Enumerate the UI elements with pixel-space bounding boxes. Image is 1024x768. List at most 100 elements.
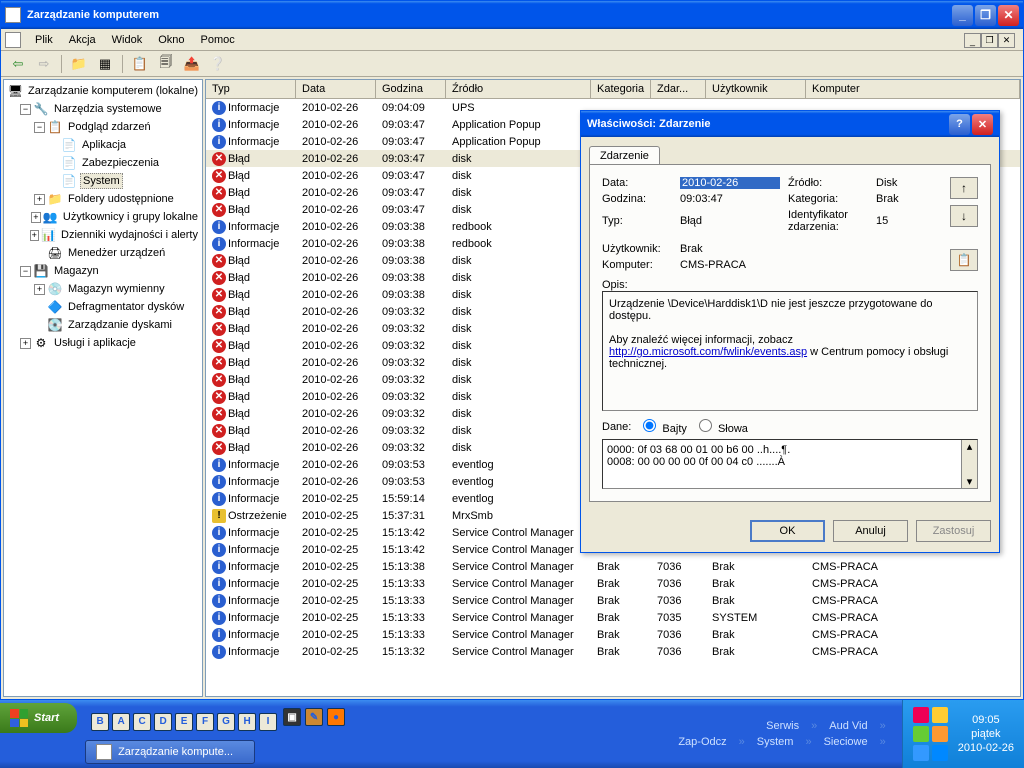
ql-letter-I[interactable]: I [259,713,277,731]
radio-words[interactable]: Słowa [699,419,748,435]
tree-expand-icon[interactable]: + [31,212,41,223]
menu-action[interactable]: Akcja [61,32,104,48]
tree-node[interactable]: +📁Foldery udostępnione [6,190,200,208]
properties-button[interactable]: 📋 [129,53,151,75]
back-button[interactable]: ⇦ [7,53,29,75]
start-button[interactable]: Start [0,703,77,733]
tree-node[interactable]: −🔧Narzędzia systemowe [6,100,200,118]
ql-icon-1[interactable]: ▣ [283,708,301,726]
hex-scrollbar[interactable]: ▴▾ [961,440,977,488]
apply-button[interactable]: Zastosuj [916,520,991,542]
col-type[interactable]: Typ [206,80,296,98]
up-button[interactable]: 📁 [68,53,90,75]
tree-node[interactable]: +👥Użytkownicy i grupy lokalne [6,208,200,226]
event-row[interactable]: iInformacje2010-02-2515:13:33Service Con… [206,626,1020,643]
col-time[interactable]: Godzina [376,80,446,98]
col-source[interactable]: Źródło [446,80,591,98]
titlebar[interactable]: 🖥 Zarządzanie komputerem _ ❐ ✕ [1,1,1023,29]
mdi-restore-button[interactable]: ❐ [981,33,998,48]
tree-expand-icon[interactable]: + [34,284,45,295]
tab-event[interactable]: Zdarzenie [589,146,660,165]
mdi-close-button[interactable]: ✕ [998,33,1015,48]
mdi-doc-icon[interactable] [5,32,21,48]
tree-pane[interactable]: 🖥Zarządzanie komputerem (lokalne)−🔧Narzę… [3,79,203,697]
event-row[interactable]: iInformacje2010-02-2515:13:38Service Con… [206,558,1020,575]
tray-icon-1[interactable] [913,707,929,723]
prev-event-button[interactable]: ↑ [950,177,978,199]
export-button[interactable]: 📤 [181,53,203,75]
dialog-titlebar[interactable]: Właściwości: Zdarzenie ? ✕ [581,111,999,137]
tree-node[interactable]: +💿Magazyn wymienny [6,280,200,298]
ql-letter-G[interactable]: G [217,713,235,731]
taskbar-link[interactable]: Zap-Odcz [678,736,726,748]
ql-letter-E[interactable]: E [175,713,193,731]
event-row[interactable]: iInformacje2010-02-2515:13:33Service Con… [206,575,1020,592]
dialog-help-button[interactable]: ? [949,114,970,135]
ok-button[interactable]: OK [750,520,825,542]
cancel-button[interactable]: Anuluj [833,520,908,542]
tree-expand-icon[interactable]: + [20,338,31,349]
tray-icon-5[interactable] [913,745,929,761]
menu-view[interactable]: Widok [104,32,151,48]
ql-icon-3[interactable]: ● [327,708,345,726]
tray-icon-6[interactable] [932,745,948,761]
tree-node[interactable]: +⚙Usługi i aplikacje [6,334,200,352]
radio-bytes[interactable]: Bajty [643,419,687,435]
tree-node[interactable]: +📊Dzienniki wydajności i alerty [6,226,200,244]
ql-icon-2[interactable]: ✎ [305,708,323,726]
ql-letter-F[interactable]: F [196,713,214,731]
ql-letter-D[interactable]: D [154,713,172,731]
tree-node[interactable]: −💾Magazyn [6,262,200,280]
refresh-button[interactable]: 🗐 [155,53,177,75]
tree-node[interactable]: 💽Zarządzanie dyskami [6,316,200,334]
event-row[interactable]: iInformacje2010-02-2515:13:33Service Con… [206,609,1020,626]
col-user[interactable]: Użytkownik [706,80,806,98]
ql-letter-C[interactable]: C [133,713,151,731]
ql-letter-A[interactable]: A [112,713,130,731]
taskbar-link[interactable]: Sieciowe [824,736,868,748]
event-row[interactable]: iInformacje2010-02-2515:13:33Service Con… [206,592,1020,609]
tree-node[interactable]: −📋Podgląd zdarzeń [6,118,200,136]
mdi-minimize-button[interactable]: _ [964,33,981,48]
help-button[interactable]: ❔ [207,53,229,75]
tray-icon-4[interactable] [932,726,948,742]
taskbar-link[interactable]: System [757,736,794,748]
show-hide-button[interactable]: ▦ [94,53,116,75]
dialog-close-button[interactable]: ✕ [972,114,993,135]
close-button[interactable]: ✕ [998,5,1019,26]
col-category[interactable]: Kategoria [591,80,651,98]
tray-icon-3[interactable] [913,726,929,742]
tree-expand-icon[interactable]: − [20,104,31,115]
menu-file[interactable]: Plik [27,32,61,48]
tree-node[interactable]: 🖨Menedżer urządzeń [6,244,200,262]
tree-node[interactable]: 📄Zabezpieczenia [6,154,200,172]
clock-time[interactable]: 09:05 [972,714,1000,726]
col-date[interactable]: Data [296,80,376,98]
col-event[interactable]: Zdar... [651,80,706,98]
tree-node[interactable]: 🔷Defragmentator dysków [6,298,200,316]
menu-help[interactable]: Pomoc [193,32,243,48]
ql-letter-H[interactable]: H [238,713,256,731]
menu-window[interactable]: Okno [150,32,192,48]
tree-expand-icon[interactable]: − [20,266,31,277]
taskbar-link[interactable]: Serwis [766,720,799,732]
col-computer[interactable]: Komputer [806,80,1020,98]
taskbar-task[interactable]: Zarządzanie kompute... [85,740,255,764]
tree-expand-icon[interactable]: + [30,230,40,241]
tree-expand-icon[interactable]: − [34,122,45,133]
tree-node[interactable]: 📄Aplikacja [6,136,200,154]
forward-button[interactable]: ⇨ [33,53,55,75]
tree-node[interactable]: 📄System [6,172,200,190]
description-box[interactable]: Urządzenie \Device\Harddisk1\D nie jest … [602,291,978,411]
tree-expand-icon[interactable]: + [34,194,45,205]
minimize-button[interactable]: _ [952,5,973,26]
description-link[interactable]: http://go.microsoft.com/fwlink/events.as… [609,346,807,358]
tree-node[interactable]: 🖥Zarządzanie komputerem (lokalne) [6,82,200,100]
hex-data-box[interactable]: 0000: 0f 03 68 00 01 00 b6 00 ..h....¶. … [602,439,978,489]
copy-button[interactable]: 📋 [950,249,978,271]
event-row[interactable]: iInformacje2010-02-2515:13:32Service Con… [206,643,1020,660]
ql-letter-B[interactable]: B [91,713,109,731]
next-event-button[interactable]: ↓ [950,205,978,227]
taskbar-link[interactable]: Aud Vid [829,720,867,732]
tray-icon-2[interactable] [932,707,948,723]
